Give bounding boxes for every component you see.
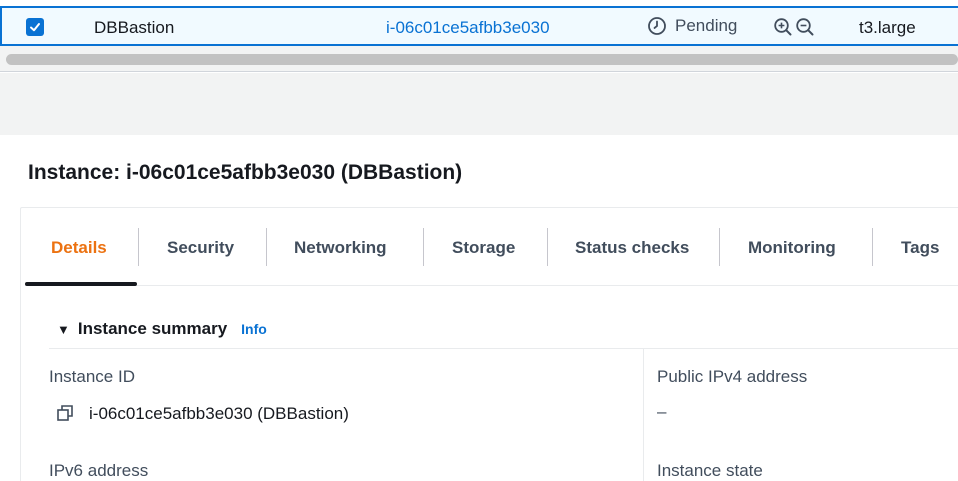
zoom-in-icon[interactable] (773, 17, 793, 37)
instance-id-value: i-06c01ce5afbb3e030 (DBBastion) (89, 404, 349, 423)
tab-storage[interactable]: Storage (452, 238, 515, 258)
instance-id-link[interactable]: i-06c01ce5afbb3e030 (386, 18, 550, 38)
tab-security[interactable]: Security (167, 238, 234, 258)
row-checkbox[interactable] (26, 18, 44, 36)
tab-divider (719, 228, 720, 266)
clock-icon (648, 17, 666, 35)
copy-icon[interactable] (57, 405, 73, 421)
instance-summary-header[interactable]: ▼ Instance summary Info (57, 319, 267, 339)
column-divider (643, 349, 644, 481)
details-card: Details Security Networking Storage Stat… (20, 207, 958, 481)
instance-name-cell: DBBastion (94, 18, 175, 37)
split-panel-divider (0, 73, 958, 135)
section-title: Instance summary (77, 319, 228, 338)
tab-monitoring[interactable]: Monitoring (748, 238, 836, 258)
tab-divider (138, 228, 139, 266)
zoom-controls (773, 17, 815, 37)
tab-divider (547, 228, 548, 266)
tab-status-checks[interactable]: Status checks (575, 238, 689, 258)
tab-divider (266, 228, 267, 266)
public-ipv4-label: Public IPv4 address (657, 367, 808, 386)
tab-networking[interactable]: Networking (294, 238, 387, 258)
section-divider (49, 348, 958, 349)
caret-down-icon[interactable]: ▼ (57, 322, 70, 337)
instance-state-text: Pending (675, 16, 738, 35)
details-panel: Instance: i-06c01ce5afbb3e030 (DBBastion… (0, 135, 958, 481)
tab-details[interactable]: Details (51, 238, 107, 258)
ipv6-label: IPv6 address (49, 461, 149, 480)
instance-type-cell: t3.large (859, 18, 916, 37)
info-link[interactable]: Info (241, 321, 267, 337)
instance-state-label: Instance state (657, 461, 763, 480)
tab-tags[interactable]: Tags (901, 238, 939, 258)
scrollbar-thumb[interactable] (6, 54, 958, 65)
checkmark-icon (30, 23, 40, 32)
instance-id-label: Instance ID (49, 367, 135, 386)
zoom-out-icon[interactable] (795, 17, 815, 37)
active-tab-indicator (25, 282, 137, 286)
tab-bar: Details Security Networking Storage Stat… (25, 208, 958, 286)
instance-row-selected[interactable]: DBBastion i-06c01ce5afbb3e030 Pending t3… (0, 6, 958, 46)
public-ipv4-value: – (657, 402, 667, 421)
tab-divider (423, 228, 424, 266)
tab-divider (872, 228, 873, 266)
table-horizontal-scrollbar[interactable] (0, 46, 958, 72)
instance-state-cell: Pending (647, 16, 737, 36)
panel-title: Instance: i-06c01ce5afbb3e030 (DBBastion… (28, 161, 463, 184)
